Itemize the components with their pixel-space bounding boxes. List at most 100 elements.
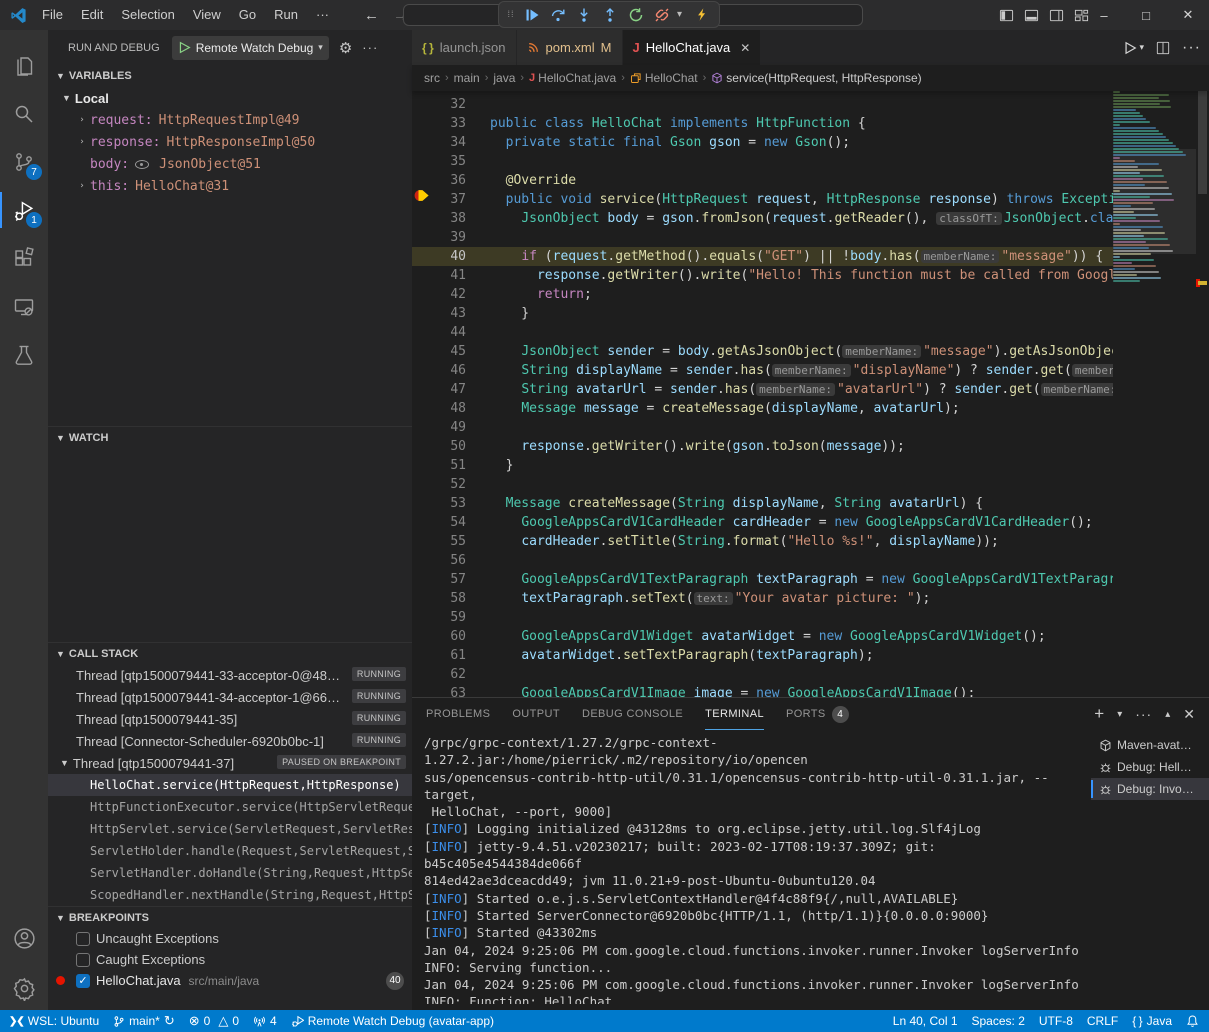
minimap[interactable] bbox=[1113, 91, 1196, 697]
remote-indicator[interactable]: ❯❮ WSL: Ubuntu bbox=[2, 1010, 106, 1032]
breadcrumb-method[interactable]: service(HttpRequest, HttpResponse) bbox=[726, 71, 921, 85]
terminal-item-debug-invoker[interactable]: Debug: Invo… bbox=[1091, 778, 1209, 800]
run-java-button[interactable]: ▾ bbox=[1123, 41, 1144, 55]
code-line-51[interactable]: 51 } bbox=[412, 456, 1113, 475]
breakpoint-uncaught-exceptions[interactable]: Uncaught Exceptions bbox=[48, 928, 412, 949]
toggle-sidebar-icon[interactable] bbox=[999, 8, 1014, 23]
remote-explorer-icon[interactable] bbox=[0, 283, 48, 331]
code-line-54[interactable]: 54 GoogleAppsCardV1CardHeader cardHeader… bbox=[412, 513, 1113, 532]
tab-launch-json[interactable]: { } launch.json bbox=[412, 30, 517, 65]
toggle-secondary-sidebar-icon[interactable] bbox=[1049, 8, 1064, 23]
debug-session-indicator[interactable]: Remote Watch Debug (avatar-app) bbox=[284, 1010, 501, 1032]
account-icon[interactable] bbox=[0, 914, 48, 962]
code-line-57[interactable]: 57 GoogleAppsCardV1TextParagraph textPar… bbox=[412, 570, 1113, 589]
debug-step-over-button[interactable] bbox=[547, 4, 569, 26]
code-line-42[interactable]: 42 return; bbox=[412, 285, 1113, 304]
menu-edit[interactable]: Edit bbox=[72, 0, 112, 30]
maximize-button[interactable]: □ bbox=[1125, 0, 1167, 30]
thread-row-paused[interactable]: ▼Thread [qtp1500079441-37]PAUSED ON BREA… bbox=[48, 752, 412, 774]
debug-step-out-button[interactable] bbox=[599, 4, 621, 26]
code-line-63[interactable]: 63 GoogleAppsCardV1Image image = new Goo… bbox=[412, 684, 1113, 697]
code-line-62[interactable]: 62 bbox=[412, 665, 1113, 684]
search-icon[interactable] bbox=[0, 90, 48, 138]
stack-frame[interactable]: ServletHandler.doHandle(String,Request,H… bbox=[48, 862, 412, 884]
debug-disconnect-button[interactable] bbox=[651, 4, 673, 26]
code-line-61[interactable]: 61 avatarWidget.setTextParagraph(textPar… bbox=[412, 646, 1113, 665]
breadcrumb-file[interactable]: HelloChat.java bbox=[538, 71, 616, 85]
code-line-58[interactable]: 58 textParagraph.setText(text:"Your avat… bbox=[412, 589, 1113, 608]
thread-row[interactable]: Thread [qtp1500079441-35]RUNNING bbox=[48, 708, 412, 730]
eol-sequence[interactable]: CRLF bbox=[1080, 1010, 1125, 1032]
scrollbar-slider[interactable] bbox=[1198, 91, 1207, 194]
tab-hellochat-java[interactable]: J HelloChat.java ✕ bbox=[623, 30, 762, 65]
testing-icon[interactable] bbox=[0, 331, 48, 379]
menu-run[interactable]: Run bbox=[265, 0, 307, 30]
encoding[interactable]: UTF-8 bbox=[1032, 1010, 1080, 1032]
extensions-icon[interactable] bbox=[0, 234, 48, 282]
minimize-button[interactable]: – bbox=[1083, 0, 1125, 30]
nav-back-icon[interactable]: ← bbox=[364, 7, 379, 24]
menu-selection[interactable]: Selection bbox=[112, 0, 183, 30]
code-line-60[interactable]: 60 GoogleAppsCardV1Widget avatarWidget =… bbox=[412, 627, 1113, 646]
tab-debug-console[interactable]: DEBUG CONSOLE bbox=[582, 698, 683, 730]
code-editor[interactable]: 3233public class HelloChat implements Ht… bbox=[412, 91, 1113, 697]
terminal-item-debug-hello[interactable]: Debug: Hell… bbox=[1091, 756, 1209, 778]
code-line-40[interactable]: 40 if (request.getMethod().equals("GET")… bbox=[412, 247, 1113, 266]
checkbox-unchecked[interactable] bbox=[76, 953, 90, 967]
tab-terminal[interactable]: TERMINAL bbox=[705, 698, 764, 730]
call-stack-header[interactable]: ▼CALL STACK bbox=[48, 642, 412, 664]
toggle-panel-icon[interactable] bbox=[1024, 8, 1039, 23]
code-line-56[interactable]: 56 bbox=[412, 551, 1113, 570]
terminal-item-maven[interactable]: Maven-avat… bbox=[1091, 734, 1209, 756]
debug-restart-button[interactable] bbox=[625, 4, 647, 26]
debug-continue-button[interactable] bbox=[521, 4, 543, 26]
code-line-52[interactable]: 52 bbox=[412, 475, 1113, 494]
breadcrumb-src[interactable]: src bbox=[424, 71, 440, 85]
close-tab-icon[interactable]: ✕ bbox=[740, 41, 750, 55]
watch-header[interactable]: ▼WATCH bbox=[48, 426, 412, 448]
close-panel-icon[interactable]: ✕ bbox=[1183, 706, 1195, 723]
settings-gear-icon[interactable] bbox=[0, 964, 48, 1012]
stack-frame[interactable]: HttpServlet.service(ServletRequest,Servl… bbox=[48, 818, 412, 840]
code-line-45[interactable]: 45 JsonObject sender = body.getAsJsonObj… bbox=[412, 342, 1113, 361]
indentation[interactable]: Spaces: 2 bbox=[965, 1010, 1032, 1032]
tab-problems[interactable]: PROBLEMS bbox=[426, 698, 490, 730]
code-line-36[interactable]: 36 @Override bbox=[412, 171, 1113, 190]
cursor-position[interactable]: Ln 40, Col 1 bbox=[886, 1010, 965, 1032]
stack-frame[interactable]: HttpFunctionExecutor.service(HttpServlet… bbox=[48, 796, 412, 818]
launch-config-dropdown[interactable]: Remote Watch Debug ▾ bbox=[172, 36, 329, 60]
code-line-55[interactable]: 55 cardHeader.setTitle(String.format("He… bbox=[412, 532, 1113, 551]
menu-go[interactable]: Go bbox=[230, 0, 265, 30]
terminal-output[interactable]: /grpc/grpc-context/1.27.2/grpc-context-1… bbox=[424, 734, 1096, 1004]
code-line-41[interactable]: 41 response.getWriter().write("Hello! Th… bbox=[412, 266, 1113, 285]
tab-ports[interactable]: PORTS 4 bbox=[786, 698, 849, 730]
menu-more[interactable]: ··· bbox=[307, 0, 338, 30]
variable-body[interactable]: body:JsonObject@51 bbox=[48, 153, 412, 175]
debug-settings-gear-icon[interactable]: ⚙ bbox=[339, 39, 352, 57]
checkbox-checked[interactable]: ✓ bbox=[76, 974, 90, 988]
variable-request[interactable]: ›request:HttpRequestImpl@49 bbox=[48, 109, 412, 131]
tab-pom-xml[interactable]: pom.xml M bbox=[517, 30, 623, 65]
breakpoint-caught-exceptions[interactable]: Caught Exceptions bbox=[48, 949, 412, 970]
thread-row[interactable]: Thread [Connector-Scheduler-6920b0bc-1]R… bbox=[48, 730, 412, 752]
code-line-39[interactable]: 39 bbox=[412, 228, 1113, 247]
code-line-34[interactable]: 34 private static final Gson gson = new … bbox=[412, 133, 1113, 152]
code-line-53[interactable]: 53 Message createMessage(String displayN… bbox=[412, 494, 1113, 513]
drag-grip-icon[interactable]: ⁞⁞ bbox=[505, 12, 517, 17]
explorer-icon[interactable] bbox=[0, 42, 48, 90]
variable-this[interactable]: ›this:HelloChat@31 bbox=[48, 175, 412, 197]
editor-more-actions-icon[interactable]: ··· bbox=[1182, 39, 1201, 57]
menu-file[interactable]: File bbox=[33, 0, 72, 30]
debug-step-into-button[interactable] bbox=[573, 4, 595, 26]
checkbox-unchecked[interactable] bbox=[76, 932, 90, 946]
maximize-panel-icon[interactable]: ▴ bbox=[1165, 709, 1170, 720]
split-editor-icon[interactable] bbox=[1156, 41, 1170, 55]
scope-local[interactable]: ▼Local bbox=[48, 87, 412, 109]
thread-row[interactable]: Thread [qtp1500079441-33-acceptor-0@48…R… bbox=[48, 664, 412, 686]
code-line-43[interactable]: 43 } bbox=[412, 304, 1113, 323]
paused-breakpoint-arrow-icon[interactable] bbox=[414, 188, 430, 203]
lazy-eval-eye-icon[interactable] bbox=[135, 160, 149, 169]
ports-indicator[interactable]: 4 bbox=[246, 1010, 284, 1032]
code-line-38[interactable]: 38 JsonObject body = gson.fromJson(reque… bbox=[412, 209, 1113, 228]
code-line-32[interactable]: 32 bbox=[412, 95, 1113, 114]
